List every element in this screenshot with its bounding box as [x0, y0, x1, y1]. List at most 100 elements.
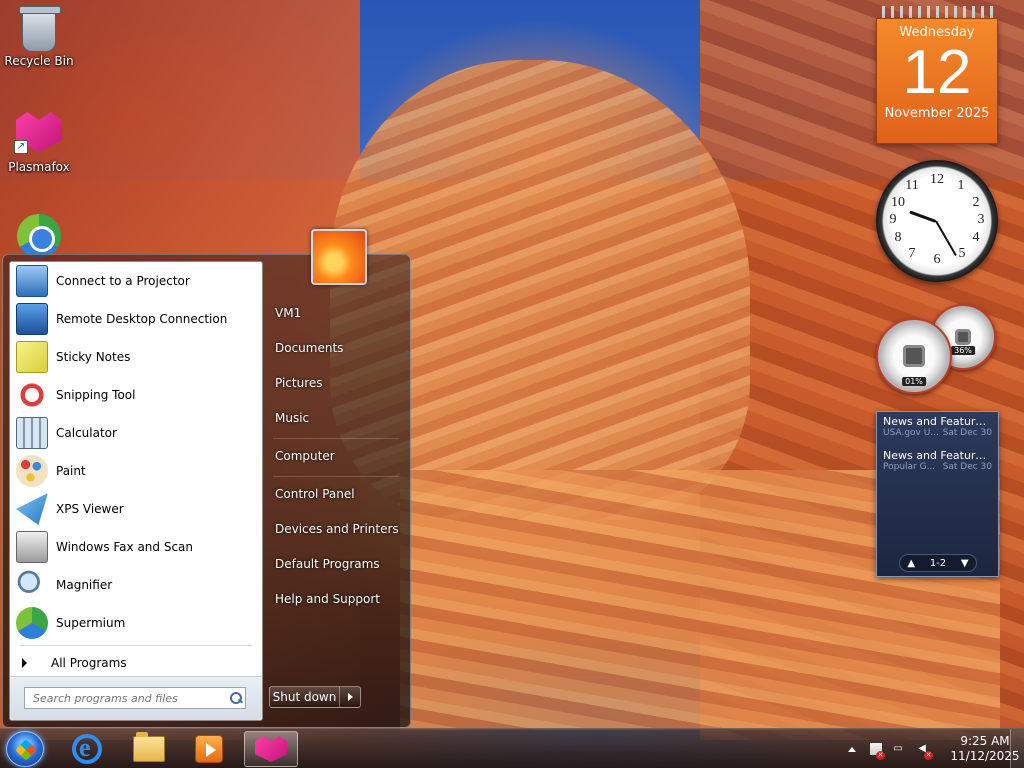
taskbar: ✕ ▭ ◀✕ 9:25 AM 11/12/2025 — [0, 728, 1024, 768]
start-item-pictures[interactable]: Pictures — [269, 369, 403, 397]
start-search-box[interactable] — [24, 687, 246, 709]
system-tray: ✕ ▭ ◀ ✕ 9:25 AM 11/12/2025 — [842, 729, 1020, 768]
supermium-icon — [16, 607, 48, 639]
memory-chip-icon — [955, 329, 971, 345]
start-menu-programs-pane: Connect to a Projector Remote Desktop Co… — [9, 261, 263, 721]
network-icon[interactable]: ▭ — [889, 740, 907, 758]
clock-number: 12 — [930, 172, 944, 187]
shutdown-options-arrow-icon[interactable] — [340, 687, 360, 707]
news-item-date: Sat Dec 30 — [942, 428, 992, 438]
shortcut-arrow-icon: ↗ — [14, 140, 28, 154]
internet-explorer-icon — [72, 733, 102, 764]
clock-number: 3 — [977, 212, 985, 227]
news-feed-gadget[interactable]: News and Feature... USA.gov U... Sat Dec … — [876, 411, 999, 577]
taskbar-media-player[interactable] — [182, 731, 236, 767]
show-desktop-button[interactable] — [1010, 729, 1024, 768]
memory-meter-value: 36% — [951, 346, 975, 355]
program-label: Sticky Notes — [56, 350, 131, 364]
program-label: Snipping Tool — [56, 388, 136, 402]
desktop-icon-label: Recycle Bin — [4, 54, 74, 68]
news-prev-icon[interactable]: ▲ — [907, 558, 915, 569]
start-button[interactable] — [6, 731, 44, 767]
recycle-bin-icon — [19, 6, 61, 52]
start-search-area — [10, 676, 262, 720]
search-icon[interactable] — [227, 689, 245, 707]
program-supermium[interactable]: Supermium — [10, 604, 262, 642]
program-xps-viewer[interactable]: XPS Viewer — [10, 490, 262, 528]
sticky-notes-icon — [16, 341, 48, 373]
taskbar-file-explorer[interactable] — [122, 731, 176, 767]
program-connect-to-projector[interactable]: Connect to a Projector — [10, 262, 262, 300]
program-calculator[interactable]: Calculator — [10, 414, 262, 452]
program-label: Remote Desktop Connection — [56, 312, 228, 326]
program-paint[interactable]: Paint — [10, 452, 262, 490]
program-label: Windows Fax and Scan — [56, 540, 194, 554]
taskbar-internet-explorer[interactable] — [60, 731, 114, 767]
news-item-date: Sat Dec 30 — [942, 462, 992, 472]
taskbar-plasmafox[interactable] — [244, 731, 298, 767]
program-label: Calculator — [56, 426, 117, 440]
clock-minute-hand — [935, 220, 957, 257]
supermium-icon — [17, 214, 61, 258]
arrow-right-icon — [22, 658, 27, 668]
news-item-source: USA.gov U... — [883, 428, 939, 438]
user-picture[interactable] — [311, 229, 367, 285]
program-remote-desktop[interactable]: Remote Desktop Connection — [10, 300, 262, 338]
program-label: Magnifier — [56, 578, 113, 592]
show-hidden-icons-arrow-icon[interactable] — [848, 746, 856, 752]
news-item[interactable]: News and Feature... Popular G... Sat Dec … — [877, 446, 998, 474]
desktop-icon-recycle-bin[interactable]: Recycle Bin — [0, 6, 78, 68]
cpu-meter-value: 01% — [902, 377, 926, 386]
windows-logo-icon — [15, 739, 37, 761]
news-next-icon[interactable]: ▼ — [961, 558, 969, 569]
start-item-music[interactable]: Music — [269, 404, 403, 432]
all-programs-button[interactable]: All Programs — [10, 650, 262, 676]
program-sticky-notes[interactable]: Sticky Notes — [10, 338, 262, 376]
start-item-user[interactable]: VM1 — [269, 299, 403, 327]
start-item-documents[interactable]: Documents — [269, 334, 403, 362]
program-label: Paint — [56, 464, 86, 478]
clock-hour-hand — [909, 210, 937, 223]
calendar-weekday: Wednesday — [899, 25, 975, 40]
program-label: XPS Viewer — [56, 502, 124, 516]
program-snipping-tool[interactable]: Snipping Tool — [10, 376, 262, 414]
media-player-icon — [195, 735, 223, 763]
desktop-icon-plasmafox[interactable]: Plasmafox ↗ — [0, 112, 78, 174]
start-item-devices-printers[interactable]: Devices and Printers — [269, 515, 403, 543]
program-fax-and-scan[interactable]: Windows Fax and Scan — [10, 528, 262, 566]
action-center-flag-icon[interactable]: ✕ — [865, 740, 885, 760]
all-programs-label: All Programs — [51, 656, 127, 670]
shutdown-button[interactable]: Shut down — [270, 687, 340, 707]
clock-number: 1 — [957, 178, 965, 193]
start-menu-places-pane: VM1 Documents Pictures Music Computer Co… — [265, 229, 411, 729]
paint-icon — [16, 455, 48, 487]
start-item-computer[interactable]: Computer — [269, 442, 403, 470]
clock-number: 6 — [933, 252, 941, 267]
snipping-tool-icon — [16, 379, 48, 411]
program-magnifier[interactable]: Magnifier — [10, 566, 262, 604]
programs-divider — [20, 645, 252, 646]
desktop-icon-label: Plasmafox — [8, 160, 70, 174]
start-item-help-support[interactable]: Help and Support — [269, 585, 403, 613]
places-divider — [273, 476, 399, 477]
news-item[interactable]: News and Feature... USA.gov U... Sat Dec … — [877, 412, 998, 440]
volume-muted-icon[interactable]: ◀ ✕ — [913, 740, 933, 760]
clock-number: 7 — [908, 246, 916, 261]
calendar-rings — [876, 6, 998, 18]
cpu-meter-gadget[interactable]: 01% — [876, 318, 952, 394]
cpu-chip-icon — [903, 345, 925, 367]
news-item-title: News and Feature... — [883, 415, 992, 428]
clock-gadget[interactable]: 12 1 2 3 4 5 6 7 8 9 10 11 — [876, 160, 998, 282]
program-label: Supermium — [56, 616, 126, 630]
places-divider — [273, 438, 399, 439]
calendar-gadget[interactable]: Wednesday 12 November 2025 — [876, 6, 998, 144]
start-item-control-panel[interactable]: Control Panel — [269, 480, 403, 508]
clock-number: 2 — [972, 195, 980, 210]
news-item-source: Popular G... — [883, 462, 936, 472]
news-pager: ▲ 1-2 ▼ — [899, 554, 977, 572]
start-item-default-programs[interactable]: Default Programs — [269, 550, 403, 578]
news-pager-label: 1-2 — [929, 557, 947, 569]
file-explorer-icon — [133, 732, 165, 762]
start-search-input[interactable] — [25, 688, 227, 708]
xps-viewer-icon — [16, 493, 48, 525]
